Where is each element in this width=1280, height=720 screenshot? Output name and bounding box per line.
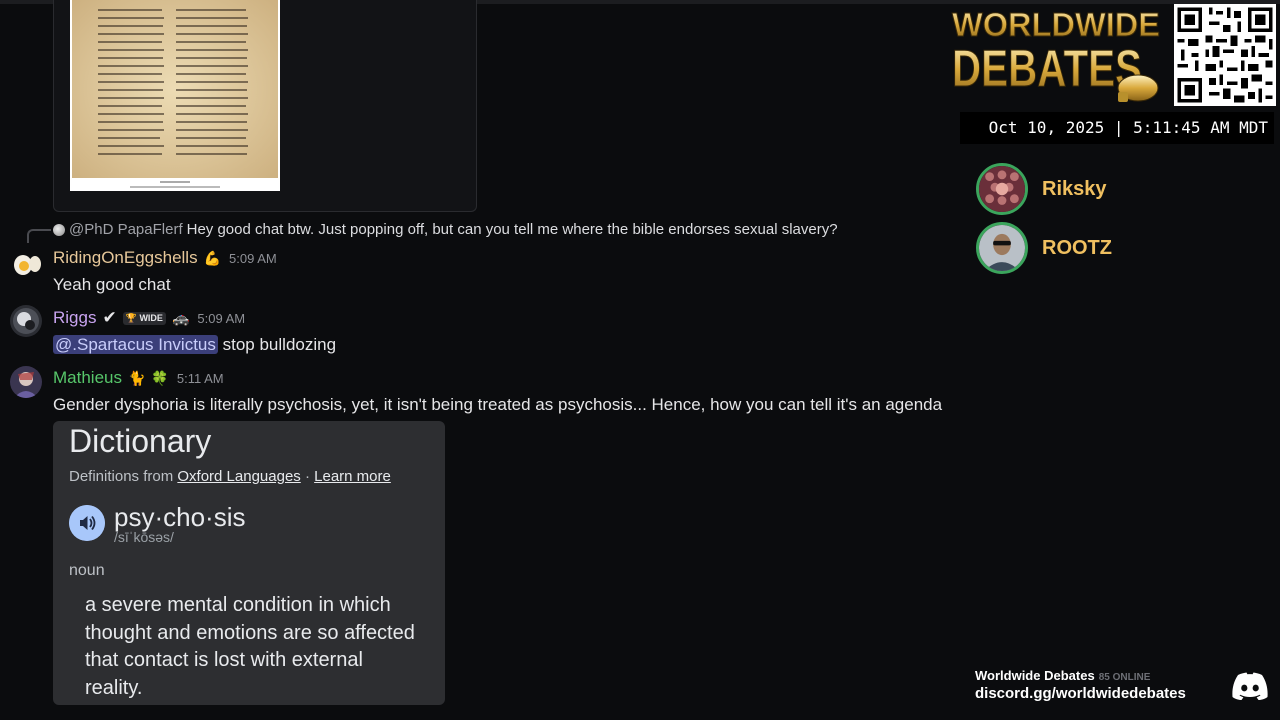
username[interactable]: Riggs xyxy=(53,308,96,328)
flexed-arm-badge-icon: 💪 xyxy=(203,250,222,266)
timestamp: 5:09 AM xyxy=(197,311,246,326)
stream-datetime: Oct 10, 2025 | 5:11:45 AM MDT xyxy=(960,112,1274,144)
phonetic: /sīˈkōsəs/ xyxy=(114,529,174,545)
learn-more-link[interactable]: Learn more xyxy=(314,468,391,485)
definition: a severe mental condition in which thoug… xyxy=(85,594,415,699)
manuscript-image[interactable] xyxy=(70,0,280,191)
avatar-rootz xyxy=(976,222,1028,274)
reply-connector xyxy=(27,229,51,243)
server-name-text: Worldwide Debates xyxy=(975,668,1095,683)
qr-code[interactable] xyxy=(1174,4,1276,106)
checkmark-badge-icon: ✔ xyxy=(102,308,117,327)
part-of-speech: noun xyxy=(69,562,105,579)
cat-badge-icon: 🐈 xyxy=(127,370,146,386)
voice-participant[interactable]: Riksky xyxy=(976,163,1107,215)
svg-text:WORLDWIDE: WORLDWIDE xyxy=(952,6,1160,43)
voice-participant[interactable]: ROOTZ xyxy=(976,222,1112,274)
source-prefix: Definitions from xyxy=(69,468,174,485)
participant-name: Riksky xyxy=(1042,177,1107,200)
svg-text:DEBATES: DEBATES xyxy=(952,40,1142,98)
clover-badge-icon: 🍀 xyxy=(151,370,169,386)
online-count: 85 ONLINE xyxy=(1098,672,1151,683)
server-name: Worldwide Debates 85 ONLINE xyxy=(975,668,1150,683)
timestamp: 5:09 AM xyxy=(229,251,277,266)
oxford-languages-link[interactable]: Oxford Languages xyxy=(177,468,300,485)
username[interactable]: RidingOnEggshells xyxy=(53,248,198,268)
participant-name: ROOTZ xyxy=(1042,236,1112,259)
message-text: Gender dysphoria is literally psychosis,… xyxy=(53,395,943,414)
speaker-icon[interactable] xyxy=(69,505,105,541)
avatar-riggs[interactable] xyxy=(10,305,42,337)
dictionary-title: Dictionary xyxy=(69,423,212,459)
worldwide-debates-logo: WORLDWIDE DEBATES xyxy=(952,6,1161,102)
user-mention[interactable]: @.Spartacus Invictus xyxy=(53,335,218,354)
wide-badge: 🏆 WIDE xyxy=(122,312,166,325)
reply-author[interactable]: @PhD PapaFlerf xyxy=(69,221,183,238)
invite-link[interactable]: discord.gg/worldwidedebates xyxy=(975,685,1186,702)
message-text-rest: stop bulldozing xyxy=(222,335,337,354)
source-separator: · xyxy=(304,468,310,485)
reply-avatar xyxy=(53,223,65,236)
dictionary-embed-image[interactable]: Dictionary Definitions from Oxford Langu… xyxy=(53,421,445,705)
boxing-glove-icon xyxy=(1117,74,1159,102)
chat-panel: @PhD PapaFlerf Hey good chat btw. Just p… xyxy=(0,0,943,720)
police-car-badge-icon: 🚓 xyxy=(171,310,190,326)
reply-text: Hey good chat btw. Just popping off, but… xyxy=(186,221,838,238)
message-text: Yeah good chat xyxy=(53,275,171,294)
timestamp: 5:11 AM xyxy=(176,371,224,386)
reply-reference[interactable]: @PhD PapaFlerf Hey good chat btw. Just p… xyxy=(53,221,838,238)
avatar-mathieus[interactable] xyxy=(10,366,42,398)
avatar-ridingoneggshells[interactable] xyxy=(10,247,42,279)
avatar-riksky xyxy=(976,163,1028,215)
discord-icon xyxy=(1232,672,1268,700)
dictionary-source: Definitions from Oxford Languages · Lear… xyxy=(69,468,391,485)
username[interactable]: Mathieus xyxy=(53,368,122,388)
message-text: @.Spartacus Invictus stop bulldozing xyxy=(53,335,336,355)
